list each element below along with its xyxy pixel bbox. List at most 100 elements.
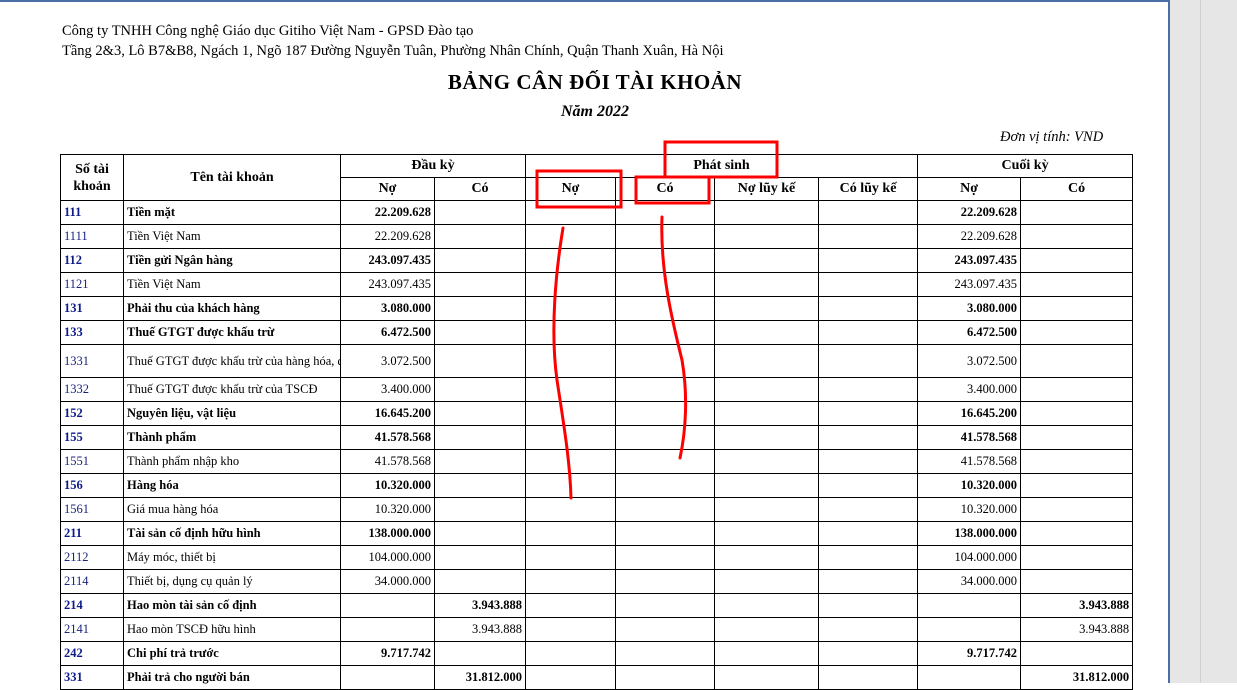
cum-credit-cell [817,344,919,378]
group-opening: Đầu kỳ [340,154,526,178]
movement-debit-cell [525,272,616,297]
movement-debit-cell [525,296,616,321]
cum-debit-cell [714,425,819,450]
movement-debit-cell [525,224,616,249]
account-name-cell: Tiền mặt [123,200,341,225]
account-code-cell: 133 [60,320,124,345]
opening-credit-cell [434,296,526,321]
cum-credit-cell [817,521,919,546]
account-code-cell: 155 [60,425,124,450]
account-code-cell: 1551 [60,449,124,474]
movement-debit-cell [525,425,616,450]
closing-credit-cell [1020,569,1134,594]
movement-credit-cell [615,545,715,570]
closing-debit-cell: 243.097.435 [917,272,1022,297]
company-address: Tầng 2&3, Lô B7&B8, Ngách 1, Ngõ 187 Đườ… [62,43,724,59]
group-closing: Cuối kỳ [917,154,1134,178]
account-code-cell: 1561 [60,497,124,522]
closing-debit-cell: 3.080.000 [917,296,1022,321]
opening-credit-cell [434,320,526,345]
movement-debit-cell [525,248,616,273]
movement-credit-cell [615,497,715,522]
closing-credit-cell: 3.943.888 [1020,593,1134,618]
cum-credit-cell [817,593,919,618]
opening-debit-cell: 138.000.000 [340,521,435,546]
opening-debit-cell: 3.400.000 [340,377,435,402]
cum-credit-cell [817,272,919,297]
opening-debit-cell: 3.080.000 [340,296,435,321]
movement-credit-cell [615,320,715,345]
table-row: 1551 Thành phẩm nhập kho 41.578.568 41.578.… [60,449,1134,474]
closing-debit-cell: 9.717.742 [917,641,1022,666]
trial-balance-table: Số tài khoản Tên tài khoản Đầu kỳ Phát s… [60,154,1134,690]
account-name-cell: Thiết bị, dụng cụ quản lý [123,569,341,594]
movement-debit-cell [525,320,616,345]
account-code-cell: 2112 [60,545,124,570]
cum-credit-cell [817,200,919,225]
cum-credit-cell [817,641,919,666]
opening-credit-cell [434,641,526,666]
opening-credit-header: Có [434,177,526,201]
movement-credit-cell [615,449,715,474]
account-name-cell: Thành phẩm nhập kho [123,449,341,474]
account-name-cell: Hàng hóa [123,473,341,498]
table-row: 133 Thuế GTGT được khấu trừ 6.472.500 6.472… [60,320,1134,345]
opening-credit-cell [434,425,526,450]
account-name-cell: Tiền gửi Ngân hàng [123,248,341,273]
table-row: 1111 Tiền Việt Nam 22.209.628 22.209.628 [60,224,1134,249]
cum-credit-cell [817,497,919,522]
opening-credit-cell [434,224,526,249]
cum-debit-cell [714,272,819,297]
report-sheet: Công ty TNHH Công nghệ Giáo dục Gitiho V… [0,0,1170,690]
cum-debit-cell [714,200,819,225]
cum-debit-cell [714,545,819,570]
table-row: 1332 Thuế GTGT được khấu trừ của TSCĐ 3.40… [60,377,1134,402]
movement-credit-cell [615,569,715,594]
cum-debit-cell [714,449,819,474]
table-row: 242 Chi phí trả trước 9.717.742 9.717.742 [60,641,1134,666]
opening-debit-cell [340,665,435,690]
movement-credit-cell [615,473,715,498]
opening-debit-cell: 41.578.568 [340,449,435,474]
closing-credit-cell [1020,377,1134,402]
closing-debit-cell: 34.000.000 [917,569,1022,594]
account-name-cell: Hao mòn TSCĐ hữu hình [123,617,341,642]
opening-credit-cell [434,200,526,225]
closing-debit-cell: 22.209.628 [917,224,1022,249]
movement-credit-cell [615,200,715,225]
cum-credit-cell [817,320,919,345]
movement-debit-cell [525,569,616,594]
table-row: 2114 Thiết bị, dụng cụ quản lý 34.000.000 3… [60,569,1134,594]
opening-credit-cell [434,377,526,402]
opening-credit-cell [434,521,526,546]
closing-debit-header: Nợ [917,177,1022,201]
opening-credit-cell [434,272,526,297]
movement-credit-cell [615,665,715,690]
cum-credit-cell [817,224,919,249]
closing-debit-cell: 10.320.000 [917,473,1022,498]
closing-debit-cell: 138.000.000 [917,521,1022,546]
closing-debit-cell [917,617,1022,642]
cum-debit-cell [714,665,819,690]
account-name-cell: Tài sản cố định hữu hình [123,521,341,546]
cum-debit-cell [714,320,819,345]
account-name-cell: Giá mua hàng hóa [123,497,341,522]
cum-credit-cell [817,449,919,474]
closing-debit-cell [917,665,1022,690]
movement-debit-cell [525,200,616,225]
account-code-cell: 112 [60,248,124,273]
account-name-cell: Tiền Việt Nam [123,272,341,297]
account-code-cell: 2114 [60,569,124,594]
movement-credit-cell [615,401,715,426]
closing-credit-cell [1020,344,1134,378]
movement-debit-cell [525,641,616,666]
closing-debit-cell: 41.578.568 [917,425,1022,450]
col-account-name: Tên tài khoản [123,154,341,201]
cum-credit-cell [817,401,919,426]
cum-credit-header: Có lũy kế [817,177,919,201]
account-code-cell: 156 [60,473,124,498]
movement-credit-cell [615,521,715,546]
closing-credit-header: Có [1020,177,1134,201]
table-row: 112 Tiền gửi Ngân hàng 243.097.435 243.097.… [60,248,1134,273]
closing-debit-cell: 243.097.435 [917,248,1022,273]
